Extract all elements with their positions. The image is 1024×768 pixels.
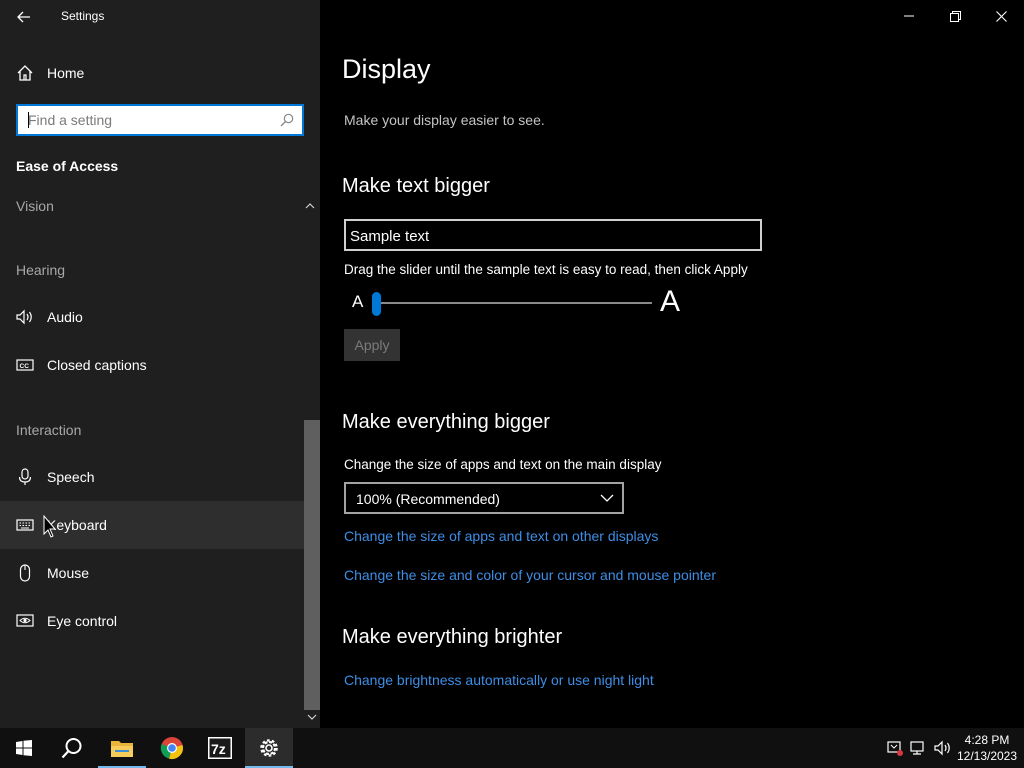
sidebar-item-label: Audio bbox=[47, 309, 83, 325]
sidebar-item-audio[interactable]: Audio bbox=[0, 293, 304, 341]
chrome-icon bbox=[160, 737, 183, 759]
sample-text-box: Sample text bbox=[344, 219, 762, 251]
tray-security[interactable] bbox=[884, 728, 906, 768]
sidebar-item-speech[interactable]: Speech bbox=[0, 453, 304, 501]
restore-icon bbox=[949, 10, 961, 22]
restore-button[interactable] bbox=[932, 0, 978, 32]
windows-start-icon bbox=[16, 740, 32, 756]
title-bar: Settings bbox=[0, 0, 320, 34]
link-night-light[interactable]: Change brightness automatically or use n… bbox=[344, 672, 654, 688]
sidebar-item-label: Closed captions bbox=[47, 357, 147, 373]
search-icon[interactable] bbox=[280, 113, 294, 127]
link-cursor-pointer[interactable]: Change the size and color of your cursor… bbox=[344, 567, 716, 583]
taskbar-chrome[interactable] bbox=[148, 728, 196, 768]
taskbar-file-explorer[interactable] bbox=[98, 728, 146, 768]
search-icon bbox=[61, 738, 82, 759]
sidebar-item-label: Speech bbox=[47, 469, 95, 485]
link-other-displays[interactable]: Change the size of apps and text on othe… bbox=[344, 528, 658, 544]
text-cursor bbox=[28, 112, 29, 128]
sidebar-item-label: Mouse bbox=[47, 565, 90, 581]
search-input[interactable] bbox=[28, 111, 278, 129]
settings-window: Settings Home Ease of Access Vision Hear… bbox=[0, 0, 1024, 728]
minimize-button[interactable] bbox=[886, 0, 932, 32]
taskbar-settings[interactable] bbox=[245, 728, 293, 768]
heading-make-text-bigger: Make text bigger bbox=[342, 175, 490, 197]
chevron-up-icon[interactable] bbox=[305, 201, 315, 212]
chevron-down-icon bbox=[600, 494, 614, 502]
defender-icon bbox=[887, 741, 903, 756]
speaker-icon bbox=[934, 740, 950, 756]
speaker-icon bbox=[16, 309, 32, 325]
clock-date: 12/13/2023 bbox=[956, 749, 1018, 763]
page-title: Display bbox=[342, 54, 431, 84]
back-button[interactable] bbox=[8, 4, 40, 30]
keyboard-icon bbox=[16, 519, 34, 531]
taskbar-clock[interactable]: 4:28 PM 12/13/2023 bbox=[952, 732, 1022, 764]
text-size-slider-thumb[interactable] bbox=[372, 292, 381, 316]
text-size-slider-track[interactable] bbox=[372, 302, 652, 304]
scroll-down-arrow-icon[interactable] bbox=[307, 713, 317, 724]
tray-network[interactable] bbox=[908, 728, 930, 768]
sidebar-item-closed-captions[interactable]: CC Closed captions bbox=[0, 341, 304, 389]
7zip-icon: 7z bbox=[208, 737, 232, 759]
scale-dropdown[interactable]: 100% (Recommended) bbox=[344, 482, 624, 514]
svg-text:7z: 7z bbox=[211, 741, 226, 757]
network-icon bbox=[910, 741, 924, 755]
slider-instruction: Drag the slider until the sample text is… bbox=[344, 262, 748, 277]
settings-gear-icon bbox=[260, 739, 278, 757]
close-icon bbox=[995, 10, 1007, 22]
sidebar-scrollbar-thumb[interactable] bbox=[304, 420, 320, 710]
heading-make-everything-brighter: Make everything brighter bbox=[342, 626, 563, 648]
sidebar-item-home[interactable]: Home bbox=[0, 56, 304, 90]
group-header-interaction: Interaction bbox=[16, 422, 82, 438]
scale-dropdown-label: Change the size of apps and text on the … bbox=[344, 457, 662, 472]
file-explorer-icon bbox=[111, 741, 133, 757]
close-button[interactable] bbox=[978, 0, 1024, 32]
search-box[interactable] bbox=[16, 104, 304, 136]
sidebar-item-eye-control[interactable]: Eye control bbox=[0, 597, 304, 645]
eye-control-icon bbox=[16, 614, 34, 627]
closed-captions-icon: CC bbox=[16, 359, 34, 371]
svg-text:CC: CC bbox=[20, 363, 30, 370]
slider-large-a-label: A bbox=[660, 285, 681, 318]
group-header-vision[interactable]: Vision bbox=[16, 198, 54, 214]
mouse-pointer-icon bbox=[43, 515, 57, 538]
home-icon bbox=[17, 65, 33, 81]
main-content: Display Make your display easier to see.… bbox=[320, 0, 1024, 728]
sidebar-item-mouse[interactable]: Mouse bbox=[0, 549, 304, 597]
slider-small-a-label: A bbox=[352, 292, 364, 311]
apply-button[interactable]: Apply bbox=[344, 329, 400, 361]
scale-dropdown-value: 100% (Recommended) bbox=[356, 491, 500, 507]
mouse-icon bbox=[19, 564, 31, 582]
taskbar-7zip[interactable]: 7z bbox=[196, 728, 244, 768]
start-button[interactable] bbox=[0, 728, 48, 768]
home-label: Home bbox=[47, 65, 85, 81]
section-title: Ease of Access bbox=[16, 158, 119, 174]
taskbar-search-button[interactable] bbox=[48, 728, 96, 768]
app-title: Settings bbox=[61, 9, 105, 23]
back-arrow-icon bbox=[17, 11, 30, 23]
group-header-hearing: Hearing bbox=[16, 262, 66, 278]
minimize-icon bbox=[904, 15, 914, 17]
taskbar: 7z 4:28 PM 12/13/2023 bbox=[0, 728, 1024, 768]
sidebar: Settings Home Ease of Access Vision Hear… bbox=[0, 0, 320, 728]
sidebar-item-label: Eye control bbox=[47, 613, 118, 629]
heading-make-everything-bigger: Make everything bigger bbox=[342, 411, 550, 433]
tray-volume[interactable] bbox=[932, 728, 954, 768]
clock-time: 4:28 PM bbox=[964, 733, 1010, 747]
microphone-icon bbox=[18, 468, 32, 485]
page-subtitle: Make your display easier to see. bbox=[344, 112, 545, 128]
